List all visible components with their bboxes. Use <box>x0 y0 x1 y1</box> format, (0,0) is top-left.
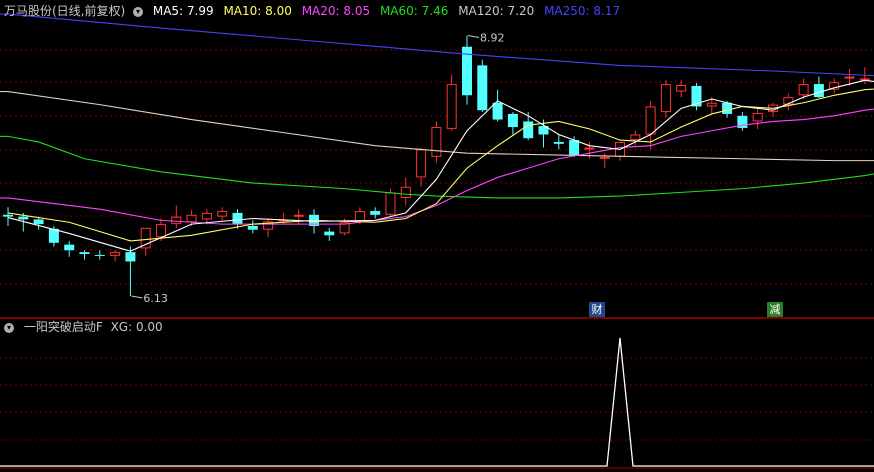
candle-body <box>416 149 427 178</box>
candle-body <box>3 214 13 217</box>
price-annotations: 8.92 6.13 <box>131 32 505 305</box>
event-badge-finance[interactable]: 财 <box>589 302 605 317</box>
candle-body <box>813 84 824 98</box>
candle-body <box>507 113 518 128</box>
candles-layer <box>3 35 870 296</box>
candle <box>431 121 442 163</box>
candle-body <box>18 216 29 220</box>
candle <box>324 227 335 241</box>
chevron-down-icon[interactable]: ▾ <box>133 6 144 17</box>
candle <box>3 207 13 226</box>
candle <box>94 250 105 260</box>
candle-body <box>431 127 442 157</box>
xg-signal-line <box>0 337 874 467</box>
candle <box>416 147 427 187</box>
candle-body <box>324 231 335 236</box>
annotation-leader <box>467 35 480 39</box>
candle-body <box>492 102 503 120</box>
candle-body <box>293 214 304 217</box>
candle-body <box>676 85 687 92</box>
candle-body <box>385 192 396 215</box>
candle-body <box>110 252 121 256</box>
low-price-label: 6.13 <box>143 292 168 305</box>
candle-body <box>217 211 228 217</box>
candle <box>217 207 228 221</box>
candle-body <box>798 84 809 96</box>
candle-body <box>660 84 671 113</box>
ma5-label: MA5: 7.99 <box>152 4 214 18</box>
candle-body <box>247 225 258 230</box>
grid-lines <box>0 49 874 441</box>
indicator-panel-header: ▾ 一阳突破启动F XG: 0.00 <box>0 318 169 336</box>
ma250-label: MA250: 8.17 <box>544 4 621 18</box>
candle-body <box>201 212 212 220</box>
candle-body <box>584 147 595 150</box>
chart-canvas: 8.92 6.13 <box>0 13 874 469</box>
candle-body <box>232 212 243 225</box>
candle <box>171 205 182 228</box>
candle-body <box>156 224 166 238</box>
candle-body <box>599 156 610 159</box>
candle-body <box>706 102 717 107</box>
candle <box>64 240 75 257</box>
candle-body <box>722 102 733 114</box>
candle-body <box>523 121 534 139</box>
ma250-line <box>7 13 874 77</box>
ma60-label: MA60: 7.46 <box>379 4 449 18</box>
candle <box>553 134 564 150</box>
candle <box>140 227 151 256</box>
candle <box>752 108 763 129</box>
candle-body <box>645 106 656 135</box>
annotation-leader <box>131 295 143 299</box>
candle-body <box>553 141 564 144</box>
candle <box>829 78 840 94</box>
candle <box>737 112 748 131</box>
indicator-layer <box>0 337 874 467</box>
candle-body <box>446 84 457 129</box>
candle <box>263 218 274 238</box>
candle <box>691 83 702 111</box>
candle-body <box>33 219 44 225</box>
candle-body <box>400 186 411 198</box>
indicator-title: 一阳突破启动F <box>23 320 103 334</box>
candle-body <box>125 252 136 262</box>
candle <box>676 80 687 98</box>
candle <box>79 250 90 260</box>
price-panel-header: 万马股份(日线,前复权) ▾ MA5: 7.99 MA10: 8.00 MA20… <box>0 2 626 20</box>
ma10-label: MA10: 8.00 <box>223 4 292 18</box>
high-price-label: 8.92 <box>480 32 505 45</box>
candle-body <box>370 211 381 215</box>
candle-body <box>64 244 75 251</box>
candle <box>569 136 580 157</box>
candle <box>462 35 472 105</box>
ma120-label: MA120: 7.20 <box>458 4 535 18</box>
candle <box>125 246 136 296</box>
candle-body <box>569 140 580 156</box>
event-badge-reduce[interactable]: 减 <box>767 302 783 317</box>
chevron-down-icon[interactable]: ▾ <box>4 322 14 333</box>
candle-body <box>752 113 763 122</box>
candle <box>400 177 411 206</box>
candle <box>507 112 518 135</box>
ma5-line <box>7 79 874 252</box>
candle <box>660 80 671 118</box>
candle <box>492 89 503 122</box>
candle-body <box>844 76 855 79</box>
candle-body <box>94 254 105 256</box>
candle <box>110 250 121 262</box>
candle-body <box>186 214 197 223</box>
candle <box>615 141 625 161</box>
candle <box>370 207 381 219</box>
xg-value: XG: 0.00 <box>110 320 163 334</box>
ma20-label: MA20: 8.05 <box>301 4 371 18</box>
candle-body <box>477 65 488 111</box>
candle-body <box>630 134 641 141</box>
candle-body <box>79 252 90 254</box>
stock-title: 万马股份(日线,前复权) <box>4 4 126 18</box>
candle <box>247 220 258 234</box>
candle-body <box>171 216 182 225</box>
candle <box>477 59 488 113</box>
candle <box>446 74 457 131</box>
candle <box>813 76 824 99</box>
